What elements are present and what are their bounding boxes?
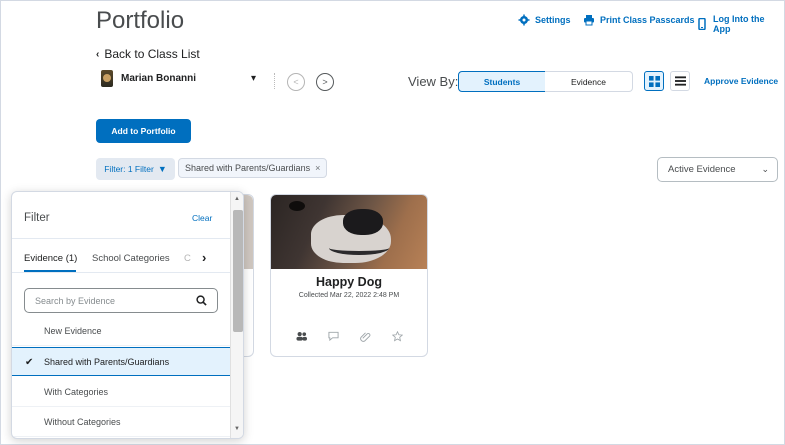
filter-option-label: Shared with Parents/Guardians — [44, 356, 170, 367]
users-icon[interactable] — [294, 329, 308, 343]
list-icon — [674, 76, 686, 86]
log-into-app-link[interactable]: Log Into the App — [696, 14, 784, 34]
filter-chip-label: Shared with Parents/Guardians — [185, 163, 311, 173]
student-name: Marian Bonanni — [121, 73, 197, 84]
comment-icon[interactable] — [326, 329, 340, 343]
chevron-down-icon: ▼ — [157, 164, 167, 174]
filter-button-label: Filter: 1 Filter — [104, 164, 154, 174]
filter-option[interactable]: With Categories — [12, 378, 230, 407]
view-by-students-button[interactable]: Students — [458, 71, 546, 92]
search-input[interactable]: Search by Evidence — [24, 288, 218, 313]
tab-more[interactable]: C — [184, 253, 191, 264]
search-placeholder: Search by Evidence — [35, 295, 116, 306]
evidence-thumbnail — [271, 195, 427, 269]
active-evidence-value: Active Evidence — [668, 164, 736, 175]
divider — [12, 238, 230, 239]
view-by-label: View By: — [408, 74, 459, 89]
phone-icon — [698, 18, 706, 30]
settings-label: Settings — [535, 15, 571, 25]
card-title: Happy Dog — [316, 275, 382, 289]
printer-icon — [584, 15, 594, 26]
card-subtitle: Collected Mar 22, 2022 2:48 PM — [298, 292, 400, 299]
scrollbar[interactable]: ▲ ▼ — [230, 192, 243, 438]
approve-evidence-link[interactable]: Approve Evidence — [704, 76, 778, 86]
divider — [274, 73, 275, 89]
student-selector[interactable]: Marian Bonanni — [101, 70, 196, 87]
previous-student-button[interactable]: < — [287, 73, 305, 91]
chevron-left-icon: ‹ — [96, 48, 100, 60]
evidence-card[interactable]: Happy Dog Collected Mar 22, 2022 2:48 PM — [270, 194, 428, 357]
print-passcards-link[interactable]: Print Class Passcards — [583, 14, 695, 26]
chevron-left-icon: < — [293, 77, 299, 87]
active-evidence-select[interactable]: Active Evidence ⌄ — [657, 157, 778, 182]
log-into-app-label: Log Into the App — [712, 14, 765, 34]
filter-dropdown-title: Filter — [24, 212, 50, 224]
filter-dropdown: Filter Clear Evidence (1) School Categor… — [11, 191, 244, 439]
clear-filter-button[interactable]: Clear — [192, 213, 212, 223]
chevron-down-icon[interactable]: ▾ — [251, 73, 256, 84]
filter-option-selected[interactable]: ✔ Shared with Parents/Guardians — [12, 347, 230, 376]
chevron-right-icon[interactable]: › — [202, 250, 206, 265]
print-passcards-label: Print Class Passcards — [600, 15, 695, 25]
gear-icon — [518, 14, 530, 26]
list-view-button[interactable] — [670, 71, 690, 91]
grid-view-button[interactable] — [644, 71, 664, 91]
grid-icon — [648, 75, 660, 87]
back-to-class-list-link[interactable]: ‹ Back to Class List — [96, 47, 200, 61]
star-icon[interactable] — [390, 329, 404, 343]
scroll-up-icon[interactable]: ▲ — [234, 196, 240, 202]
close-icon[interactable]: × — [315, 163, 320, 173]
next-student-button[interactable]: > — [316, 73, 334, 91]
filter-option-label: New Evidence — [44, 326, 102, 336]
view-by-evidence-button[interactable]: Evidence — [545, 71, 633, 92]
chevron-down-icon: ⌄ — [761, 164, 769, 174]
filter-chip: Shared with Parents/Guardians × — [178, 158, 328, 178]
check-icon: ✔ — [25, 357, 34, 368]
chevron-right-icon: > — [322, 77, 328, 87]
avatar — [101, 70, 113, 87]
divider — [12, 272, 230, 273]
paperclip-icon[interactable] — [358, 329, 372, 343]
settings-link[interactable]: Settings — [518, 14, 571, 26]
scroll-down-icon[interactable]: ▼ — [234, 426, 240, 432]
filter-option-label: With Categories — [44, 387, 109, 397]
add-to-portfolio-button[interactable]: Add to Portfolio — [96, 119, 191, 143]
filter-button[interactable]: Filter: 1 Filter ▼ — [96, 158, 175, 180]
back-link-label: Back to Class List — [104, 47, 200, 61]
scrollbar-thumb[interactable] — [233, 210, 243, 332]
tab-evidence[interactable]: Evidence (1) — [24, 253, 77, 264]
tab-school-categories[interactable]: School Categories — [92, 253, 170, 264]
filter-option[interactable]: Without Categories — [12, 408, 230, 437]
search-icon — [196, 295, 207, 306]
page-title: Portfolio — [96, 7, 185, 34]
filter-option[interactable]: New Evidence — [12, 317, 230, 346]
filter-option-label: Without Categories — [44, 417, 121, 427]
